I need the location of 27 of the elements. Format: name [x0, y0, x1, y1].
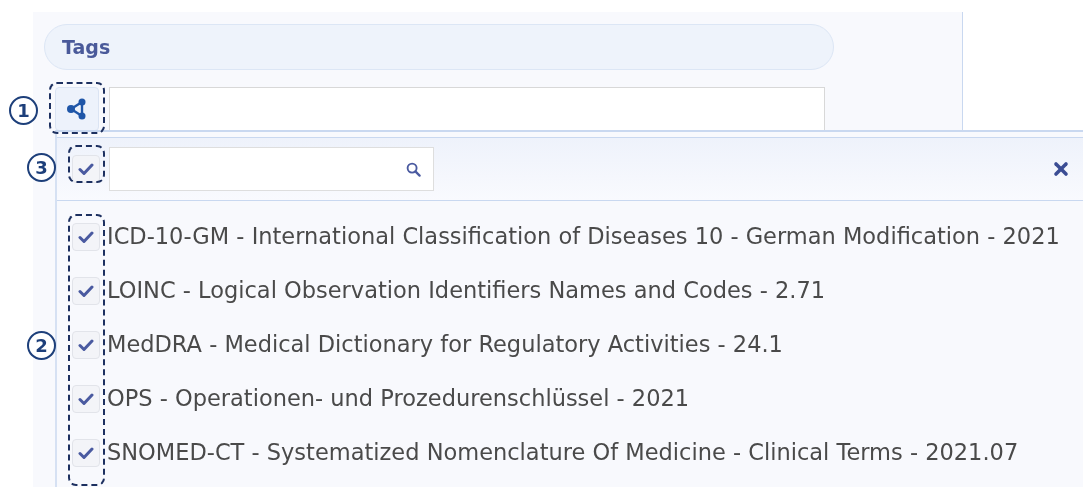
- terminology-label: MedDRA - Medical Dictionary for Regulatory Activities - 24.1: [107, 330, 783, 360]
- item-checkbox[interactable]: [72, 277, 100, 305]
- callout-number: 1: [9, 96, 38, 125]
- callout-frame: [49, 82, 105, 134]
- callout-frame: [68, 145, 105, 183]
- terminology-label: LOINC - Logical Observation Identifiers Names and Codes - 2.71: [107, 276, 826, 306]
- section-title: Tags: [62, 34, 111, 60]
- terminology-label: ICD-10-GM - International Classification of Diseases 10 - German Modification - 2021: [107, 222, 1060, 252]
- close-button[interactable]: [1053, 161, 1069, 177]
- checkmark-icon: [78, 338, 94, 352]
- select-all-checkbox[interactable]: [72, 155, 100, 183]
- checkmark-icon: [78, 230, 94, 244]
- terminology-label: SNOMED-CT - Systematized Nomenclature Of Medicine - Clinical Terms - 2021.07: [107, 438, 1019, 468]
- item-checkbox[interactable]: [72, 331, 100, 359]
- search-field[interactable]: [109, 147, 434, 191]
- item-checkbox[interactable]: [72, 385, 100, 413]
- checkmark-icon: [78, 392, 94, 406]
- terminology-label: OPS - Operationen- und Prozedurenschlüssel - 2021: [107, 384, 690, 414]
- search-icon: [406, 161, 421, 177]
- checkmark-icon: [78, 446, 94, 460]
- close-icon: [1053, 161, 1069, 177]
- share-button[interactable]: [55, 87, 99, 131]
- item-checkbox[interactable]: [72, 439, 100, 467]
- tag-input-field[interactable]: [109, 87, 825, 133]
- checkmark-icon: [78, 162, 94, 176]
- item-checkbox[interactable]: [72, 223, 100, 251]
- checkmark-icon: [78, 284, 94, 298]
